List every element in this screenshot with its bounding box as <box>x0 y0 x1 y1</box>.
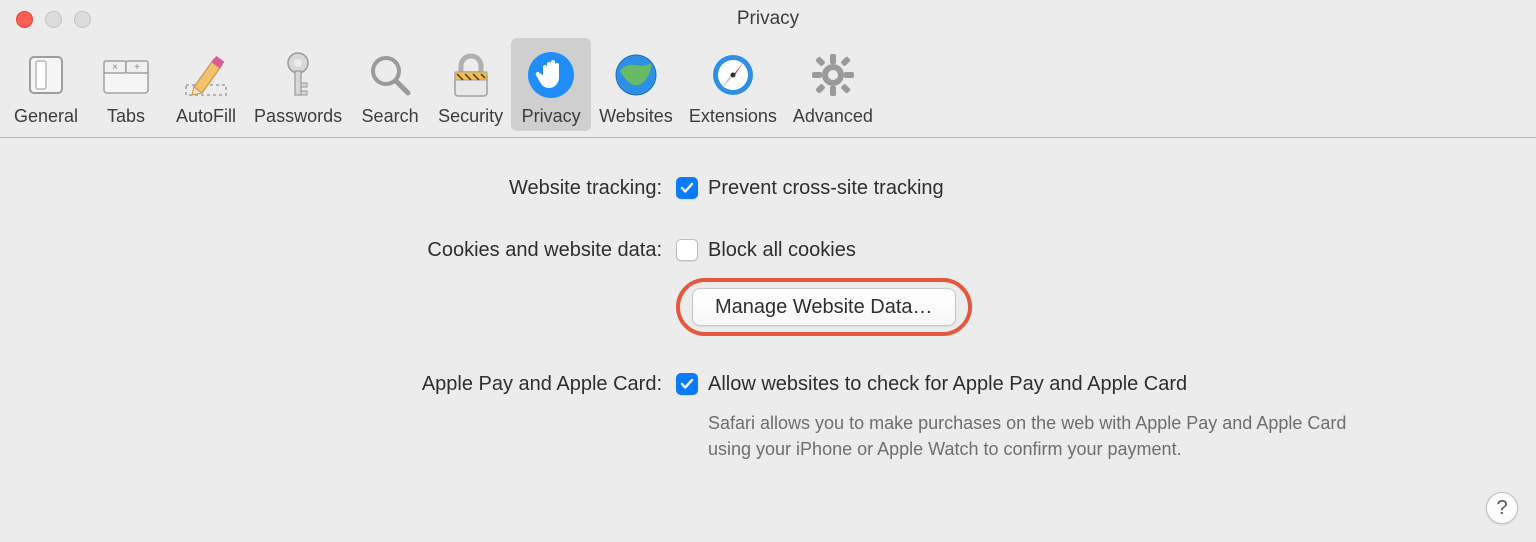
window-title: Privacy <box>0 8 1536 30</box>
checkbox-box-icon <box>676 239 698 261</box>
tab-autofill-label: AutoFill <box>176 106 236 127</box>
tab-extensions-label: Extensions <box>689 106 777 127</box>
tab-security[interactable]: Security <box>430 38 511 131</box>
tab-search-label: Search <box>362 106 419 127</box>
checkbox-label: Block all cookies <box>708 236 856 264</box>
tab-passwords-label: Passwords <box>254 106 342 127</box>
preferences-toolbar: General × + Tabs AutoFill <box>0 38 1536 138</box>
minimize-window-button[interactable] <box>45 11 62 28</box>
pencil-icon <box>180 46 232 104</box>
row-website-tracking: Website tracking: Prevent cross-site tra… <box>48 174 1488 202</box>
tab-tabs-label: Tabs <box>107 106 145 127</box>
label-cookies: Cookies and website data: <box>48 236 676 264</box>
magnifier-icon <box>366 46 414 104</box>
tab-autofill[interactable]: AutoFill <box>166 38 246 131</box>
zoom-window-button[interactable] <box>74 11 91 28</box>
help-icon: ? <box>1496 497 1507 520</box>
checkbox-label: Allow websites to check for Apple Pay an… <box>708 370 1187 398</box>
tab-extensions[interactable]: Extensions <box>681 38 785 131</box>
tab-tabs[interactable]: × + Tabs <box>86 38 166 131</box>
tab-websites[interactable]: Websites <box>591 38 681 131</box>
traffic-lights <box>0 11 91 28</box>
tab-advanced-label: Advanced <box>793 106 873 127</box>
tab-advanced[interactable]: Advanced <box>785 38 881 131</box>
privacy-pane: Website tracking: Prevent cross-site tra… <box>0 138 1536 462</box>
apple-pay-description: Safari allows you to make purchases on t… <box>708 410 1388 462</box>
svg-text:+: + <box>134 62 140 73</box>
tab-websites-label: Websites <box>599 106 673 127</box>
tab-passwords[interactable]: Passwords <box>246 38 350 131</box>
tab-search[interactable]: Search <box>350 38 430 131</box>
lock-icon <box>449 46 493 104</box>
checkbox-prevent-cross-site-tracking[interactable]: Prevent cross-site tracking <box>676 174 1488 202</box>
globe-icon <box>612 46 660 104</box>
checkbox-block-all-cookies[interactable]: Block all cookies <box>676 236 1488 264</box>
highlight-ring: Manage Website Data… <box>676 278 972 336</box>
row-apple-pay: Apple Pay and Apple Card: Allow websites… <box>48 370 1488 462</box>
manage-website-data-button[interactable]: Manage Website Data… <box>692 288 956 326</box>
label-website-tracking: Website tracking: <box>48 174 676 202</box>
tab-general[interactable]: General <box>6 38 86 131</box>
switch-icon <box>22 46 70 104</box>
hand-stop-icon <box>526 46 576 104</box>
tab-general-label: General <box>14 106 78 127</box>
svg-text:×: × <box>112 62 118 73</box>
checkmark-icon <box>676 373 698 395</box>
checkbox-allow-apple-pay-check[interactable]: Allow websites to check for Apple Pay an… <box>676 370 1488 398</box>
help-button[interactable]: ? <box>1486 492 1518 524</box>
checkbox-label: Prevent cross-site tracking <box>708 174 944 202</box>
key-icon <box>278 46 318 104</box>
row-cookies: Cookies and website data: Block all cook… <box>48 236 1488 336</box>
close-window-button[interactable] <box>16 11 33 28</box>
checkmark-icon <box>676 177 698 199</box>
tabs-icon: × + <box>100 46 152 104</box>
gear-icon <box>808 46 858 104</box>
tab-privacy[interactable]: Privacy <box>511 38 591 131</box>
tab-security-label: Security <box>438 106 503 127</box>
compass-icon <box>709 46 757 104</box>
label-apple-pay: Apple Pay and Apple Card: <box>48 370 676 398</box>
titlebar: Privacy <box>0 0 1536 38</box>
tab-privacy-label: Privacy <box>522 106 581 127</box>
